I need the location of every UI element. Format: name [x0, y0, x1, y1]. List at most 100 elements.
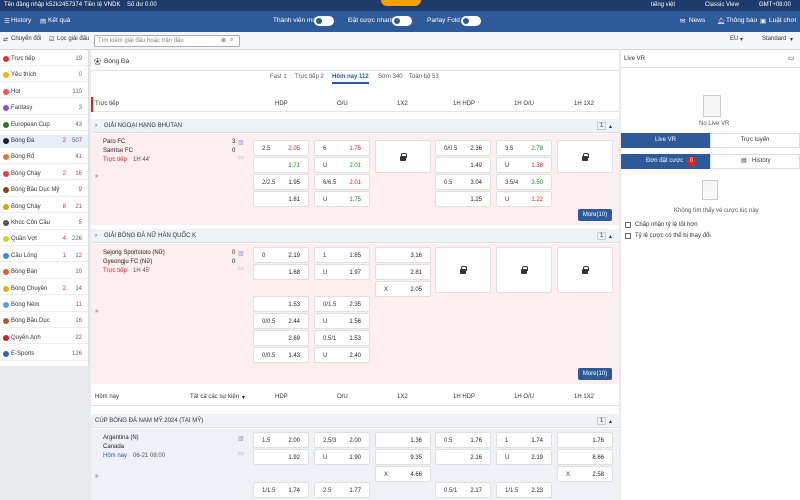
favorite-star-icon[interactable]: ★	[94, 473, 99, 480]
odds-cell[interactable]: 0/0.5 2.44	[253, 313, 309, 329]
odds-cell[interactable]: X 2.05	[375, 281, 431, 297]
stats-icon[interactable]: ▥	[238, 250, 244, 257]
sidebar-item[interactable]: Bóng Ném 11	[0, 299, 88, 312]
odds-cell[interactable]: 2.5 1.77	[314, 482, 370, 498]
league-header[interactable]: › GIẢI BÓNG ĐÁ NỮ HÀN QUỐC K 1 ▴	[91, 229, 619, 243]
odds-cell[interactable]: 1.81	[253, 191, 309, 207]
clear-icon[interactable]: ⊗	[221, 37, 226, 44]
odds-cell[interactable]: 3.5 2.78	[496, 140, 552, 156]
odds-cell[interactable]: 1/1.5 2.23	[496, 482, 552, 498]
sidebar-item[interactable]: Khúc Côn Cầu 5	[0, 217, 88, 230]
new-member-toggle[interactable]	[314, 16, 334, 26]
stats-icon[interactable]: ▥	[238, 435, 244, 442]
notice-icon[interactable]: 🔔︎	[717, 17, 725, 25]
sidebar-item[interactable]: Fantasy 3	[0, 102, 88, 115]
chevron-icon[interactable]: ›	[95, 233, 97, 239]
tab-bet-slip[interactable]: Đơn đặt cược 0	[621, 154, 710, 169]
favorite-star-icon[interactable]: ★	[94, 173, 99, 180]
odds-cell[interactable]: 1.68	[253, 264, 309, 280]
tab-today[interactable]: Hôm nay 112	[332, 74, 369, 80]
odds-cell[interactable]: 8.66	[557, 449, 613, 465]
odds-cell[interactable]: 0/1.5 2.35	[314, 296, 370, 312]
odds-cell[interactable]: 1/1.5 1.74	[253, 482, 309, 498]
odds-cell[interactable]: 6 1.75	[314, 140, 370, 156]
sidebar-item[interactable]: E-Sports 126	[0, 348, 88, 361]
more-button[interactable]: More(10)	[578, 368, 612, 380]
odds-cell[interactable]: 2.5 2.05	[253, 140, 309, 156]
league-header[interactable]: CÚP BÓNG ĐÁ NAM MỸ 2024 (TẠI MỸ) 1 ▴	[91, 414, 619, 428]
collapse-icon[interactable]: ▴	[609, 418, 612, 425]
sidebar-item[interactable]: Quyền Anh 22	[0, 332, 88, 345]
odds-cell[interactable]: 3.5/4 3.50	[496, 174, 552, 190]
sidebar-item[interactable]: Bóng Bàn 10	[0, 266, 88, 279]
odds-cell[interactable]: 0 2.19	[253, 247, 309, 263]
odds-cell[interactable]: U 1.97	[314, 264, 370, 280]
tab-live[interactable]: Trực tiếp 2	[295, 74, 324, 80]
rules-icon[interactable]: ▣	[760, 17, 766, 25]
sidebar-item[interactable]: Bóng Chuyền 2 14	[0, 283, 88, 296]
better-odds-checkbox[interactable]	[625, 222, 631, 228]
odds-cell[interactable]: 1.92	[253, 449, 309, 465]
odds-cell[interactable]: 1.5 2.00	[253, 432, 309, 448]
chevron-down-icon[interactable]: ▾	[242, 394, 245, 401]
display-mode-select[interactable]: Standard	[762, 36, 786, 46]
chevron-icon[interactable]: ›	[95, 123, 97, 129]
collapse-icon[interactable]: ▴	[609, 123, 612, 130]
sidebar-item[interactable]: Trực tiếp 19	[0, 53, 88, 66]
view-selector[interactable]: Classic View	[705, 2, 739, 8]
history-link[interactable]: History	[11, 17, 31, 24]
chevron-down-icon[interactable]: ▾	[740, 36, 743, 46]
tv-icon[interactable]: ▭	[238, 154, 244, 161]
notice-link[interactable]: Thông báo	[726, 17, 757, 24]
odds-cell[interactable]: 0/0.5 2.36	[435, 140, 491, 156]
quick-bet-toggle[interactable]	[392, 16, 412, 26]
odds-cell[interactable]: U 2.40	[314, 347, 370, 363]
odds-cell[interactable]: 2.81	[375, 264, 431, 280]
odds-cell[interactable]: U 1.22	[496, 191, 552, 207]
results-link[interactable]: Kết quả	[48, 17, 70, 24]
sidebar-item[interactable]: Yêu thích 0	[0, 69, 88, 83]
tab-live-vr[interactable]: Live VR	[621, 133, 710, 148]
collapse-icon[interactable]: ▭	[788, 54, 795, 62]
odds-cell[interactable]: 1.49	[435, 157, 491, 173]
rules-link[interactable]: Luật chơi	[769, 17, 796, 24]
odds-cell[interactable]: X 2.58	[557, 466, 613, 482]
tab-history[interactable]: ▤ History	[710, 154, 800, 169]
sidebar-item[interactable]: Bóng Rổ 41	[0, 151, 88, 165]
odds-cell[interactable]: U 2.19	[496, 449, 552, 465]
sidebar-item[interactable]: Bóng Chày 2 16	[0, 168, 88, 181]
filter-icon[interactable]: ☑	[49, 36, 54, 46]
odds-cell[interactable]: 1.71	[253, 157, 309, 173]
sidebar-item[interactable]: Bóng Chày 8 21	[0, 201, 88, 214]
odds-cell[interactable]: U 2.01	[314, 157, 370, 173]
history-icon[interactable]: ☰	[4, 17, 10, 25]
parlay-fold-toggle[interactable]	[461, 16, 481, 26]
league-filter-button[interactable]: Lọc giải đấu	[57, 36, 89, 46]
stats-icon[interactable]: ▥	[238, 139, 244, 146]
odds-cell[interactable]: U 1.56	[314, 313, 370, 329]
tv-icon[interactable]: ▭	[238, 450, 244, 457]
results-icon[interactable]: ▤	[40, 17, 46, 25]
odds-cell[interactable]: U 1.38	[496, 157, 552, 173]
odds-cell[interactable]: 9.35	[375, 449, 431, 465]
favorite-star-icon[interactable]: ★	[94, 308, 99, 315]
sidebar-item[interactable]: Quần Vợt 4 226	[0, 233, 88, 247]
odds-cell[interactable]: 0.5 3.04	[435, 174, 491, 190]
collapse-icon[interactable]: ▴	[609, 233, 612, 240]
search-icon[interactable]: ⌕	[230, 37, 233, 44]
odds-cell[interactable]: 1 1.85	[314, 247, 370, 263]
tab-early[interactable]: Sớm 340	[378, 74, 403, 80]
sidebar-item[interactable]: Hot 110	[0, 86, 88, 99]
odds-change-checkbox[interactable]	[625, 233, 631, 239]
odds-cell[interactable]: U 1.75	[314, 191, 370, 207]
tab-fast[interactable]: Fast 1	[270, 74, 287, 80]
odds-cell[interactable]: X 4.66	[375, 466, 431, 482]
sidebar-item[interactable]: Bóng Bầu Dục Mỹ 9	[0, 184, 88, 197]
odds-cell[interactable]: 1.25	[435, 191, 491, 207]
sidebar-item[interactable]: Bóng Đá 2 507	[0, 135, 88, 148]
language-selector[interactable]: tiếng việt	[651, 2, 675, 8]
tab-live-stream[interactable]: Trực tuyến	[710, 133, 800, 148]
league-header[interactable]: › GIẢI NGOẠI HẠNG BHUTAN 1 ▴	[91, 119, 619, 133]
switch-icon[interactable]: ⇄	[3, 36, 8, 46]
sidebar-item[interactable]: European Cup 43	[0, 119, 88, 132]
